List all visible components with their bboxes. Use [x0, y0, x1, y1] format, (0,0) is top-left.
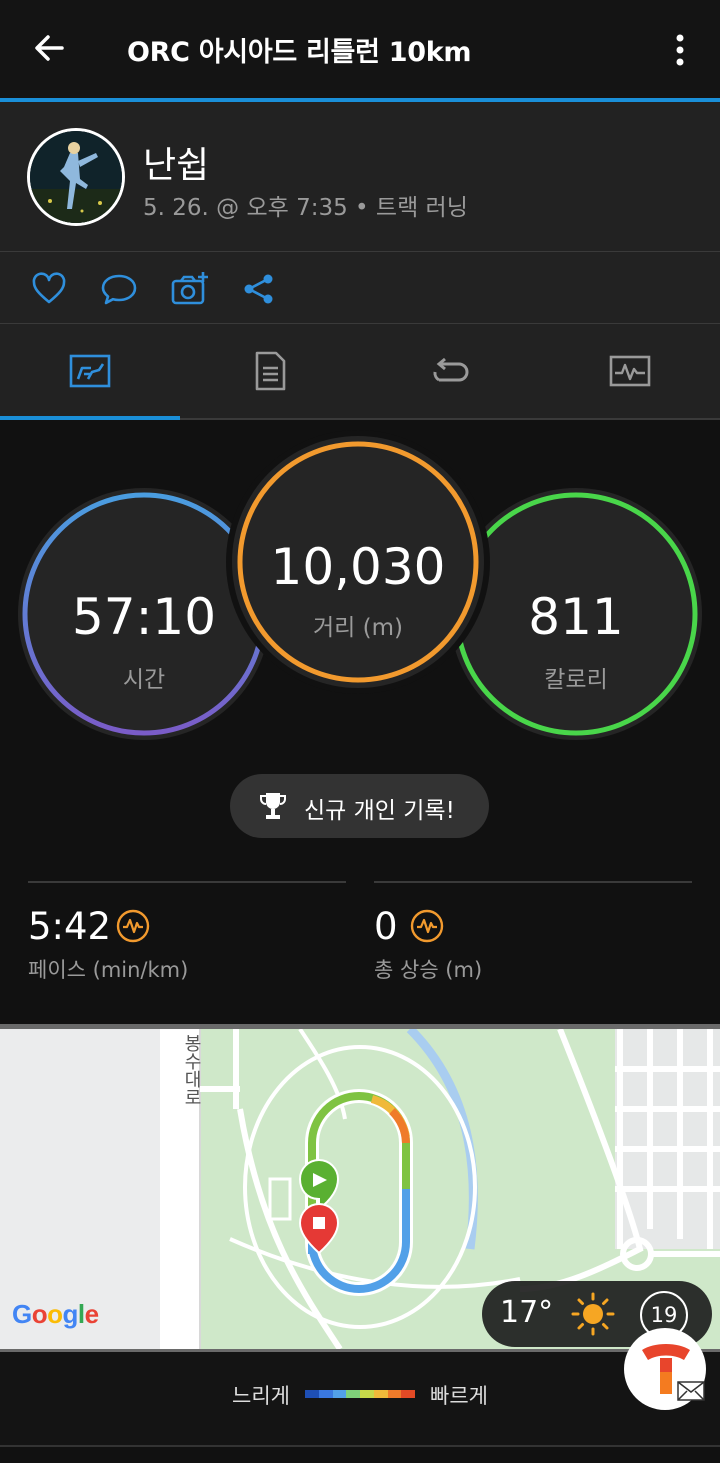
action-bar: [0, 252, 720, 324]
elevation-label: 총 상승 (m): [374, 958, 483, 982]
calories-ring: 811 칼로리: [450, 488, 702, 740]
sun-icon: [571, 1292, 615, 1336]
google-logo: Google: [12, 1299, 99, 1329]
app-bar: ORC 아시아드 리틀런 10km: [0, 0, 720, 98]
bottom-area: [0, 1447, 720, 1463]
elevation-metric: 0 총 상승 (m): [374, 881, 692, 982]
calories-label: 칼로리: [544, 667, 608, 693]
elevation-chart-icon[interactable]: [410, 909, 444, 943]
add-photo-icon[interactable]: [170, 270, 208, 308]
tab-overview[interactable]: [0, 324, 180, 420]
share-icon[interactable]: [240, 270, 278, 308]
legend-slow-label: 느리게: [232, 1384, 290, 1408]
tab-bar: [0, 324, 720, 420]
elevation-value: 0: [374, 905, 398, 948]
personal-record-badge[interactable]: 신규 개인 기록!: [230, 774, 489, 838]
activity-title: ORC 아시아드 리틀런 10km: [127, 37, 472, 68]
tab-charts[interactable]: [540, 324, 720, 420]
trophy-icon: [260, 793, 286, 819]
road-label: 봉수대로: [181, 1034, 202, 1106]
legend-color-bar: [305, 1390, 415, 1398]
distance-ring: 10,030 거리 (m): [232, 436, 484, 688]
pace-chart-icon[interactable]: [116, 909, 150, 943]
tab-details[interactable]: [180, 324, 360, 420]
distance-value: 10,030: [270, 538, 446, 596]
calories-value: 811: [528, 588, 624, 646]
avatar[interactable]: [27, 128, 125, 226]
distance-label: 거리 (m): [313, 615, 403, 641]
stats-panel: 57:10 시간 811 칼로리 10,030 거리 (m) 신규 개인 기록!…: [0, 420, 720, 1024]
pace-metric: 5:42 페이스 (min/km): [28, 881, 346, 982]
floating-app-button[interactable]: [624, 1328, 706, 1410]
comment-icon[interactable]: [100, 270, 138, 308]
tmap-logo-icon: [642, 1344, 705, 1401]
legend-fast-label: 빠르게: [430, 1384, 488, 1408]
pace-value: 5:42: [28, 905, 112, 948]
profile-header: 난쉽 5. 26. @ 오후 7:35 • 트랙 러닝: [0, 102, 720, 252]
back-arrow-icon[interactable]: [28, 26, 72, 70]
personal-record-text: 신규 개인 기록!: [304, 798, 455, 824]
activity-meta: 5. 26. @ 오후 7:35 • 트랙 러닝: [143, 195, 468, 221]
heart-icon[interactable]: [30, 270, 68, 308]
more-vert-icon[interactable]: [664, 28, 696, 72]
pace-legend: 느리게 빠르게: [0, 1352, 720, 1445]
route-map[interactable]: 봉수대로 Google 17° 19: [0, 1024, 720, 1352]
user-name: 난쉽: [143, 145, 210, 186]
tab-laps[interactable]: [360, 324, 540, 420]
pace-label: 페이스 (min/km): [28, 958, 189, 982]
temperature: 17°: [500, 1295, 554, 1330]
